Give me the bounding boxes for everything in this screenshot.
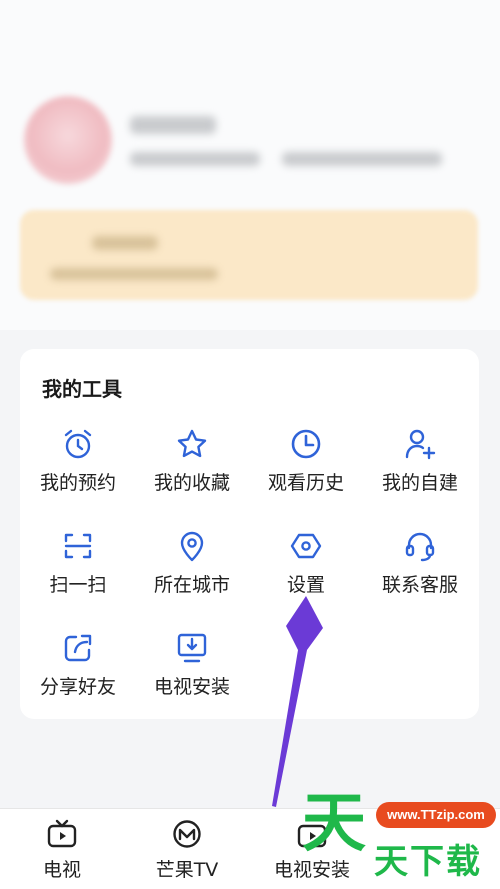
annotation-arrow xyxy=(272,596,323,807)
watermark-text: 天下载 xyxy=(374,842,482,882)
watermark-url: www.TTzip.com xyxy=(376,802,496,828)
watermark: 天 www.TTzip.com 天下载 xyxy=(300,790,500,889)
watermark-logo: 天 xyxy=(302,787,366,861)
